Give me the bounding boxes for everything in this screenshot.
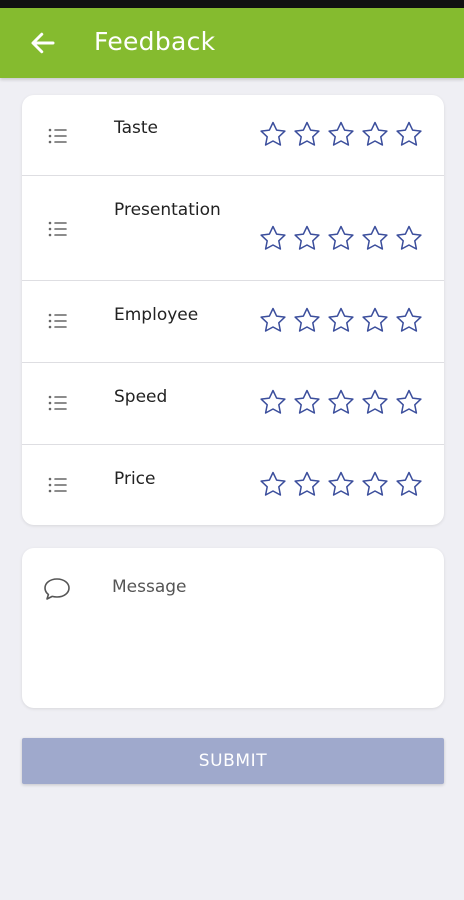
rating-row-employee: Employee [22,280,444,363]
star-rating-presentation[interactable] [258,223,424,253]
star-outline-icon[interactable] [360,469,390,499]
rating-row-taste: Taste [22,95,444,176]
list-bullet-icon [48,313,67,329]
star-outline-icon[interactable] [394,305,424,335]
star-outline-icon[interactable] [258,387,288,417]
star-outline-icon[interactable] [292,223,322,253]
page-title: Feedback [94,27,216,56]
app-bar: Feedback [0,8,464,78]
star-rating-taste[interactable] [258,119,424,149]
list-bullet-icon [48,221,67,237]
star-outline-icon[interactable] [292,305,322,335]
star-outline-icon[interactable] [394,387,424,417]
list-bullet-icon [48,477,67,493]
star-outline-icon[interactable] [258,305,288,335]
rating-label-employee: Employee [114,305,199,325]
message-input[interactable] [112,574,422,684]
rating-row-speed: Speed [22,362,444,445]
rating-row-price: Price [22,444,444,525]
submit-button[interactable]: SUBMIT [22,738,444,784]
star-outline-icon[interactable] [394,119,424,149]
star-outline-icon[interactable] [292,469,322,499]
star-rating-employee[interactable] [258,305,424,335]
star-outline-icon[interactable] [360,305,390,335]
star-outline-icon[interactable] [326,469,356,499]
star-rating-speed[interactable] [258,387,424,417]
status-bar [0,0,464,8]
star-outline-icon[interactable] [326,119,356,149]
list-bullet-icon [48,128,67,144]
star-rating-price[interactable] [258,469,424,499]
star-outline-icon[interactable] [258,119,288,149]
star-outline-icon[interactable] [326,305,356,335]
star-outline-icon[interactable] [292,119,322,149]
star-outline-icon[interactable] [394,223,424,253]
arrow-left-icon[interactable] [28,28,58,58]
star-outline-icon[interactable] [258,223,288,253]
star-outline-icon[interactable] [360,223,390,253]
star-outline-icon[interactable] [394,469,424,499]
chat-bubble-icon [44,578,70,600]
star-outline-icon[interactable] [258,469,288,499]
message-card [22,548,444,708]
star-outline-icon[interactable] [326,223,356,253]
star-outline-icon[interactable] [292,387,322,417]
list-bullet-icon [48,395,67,411]
rating-label-presentation: Presentation [114,200,221,220]
rating-row-presentation: Presentation [22,175,444,281]
star-outline-icon[interactable] [360,387,390,417]
rating-label-speed: Speed [114,387,168,407]
star-outline-icon[interactable] [360,119,390,149]
rating-card: Taste Presentation Employee Speed Price [22,95,444,525]
rating-label-price: Price [114,469,156,489]
rating-label-taste: Taste [114,118,158,138]
star-outline-icon[interactable] [326,387,356,417]
